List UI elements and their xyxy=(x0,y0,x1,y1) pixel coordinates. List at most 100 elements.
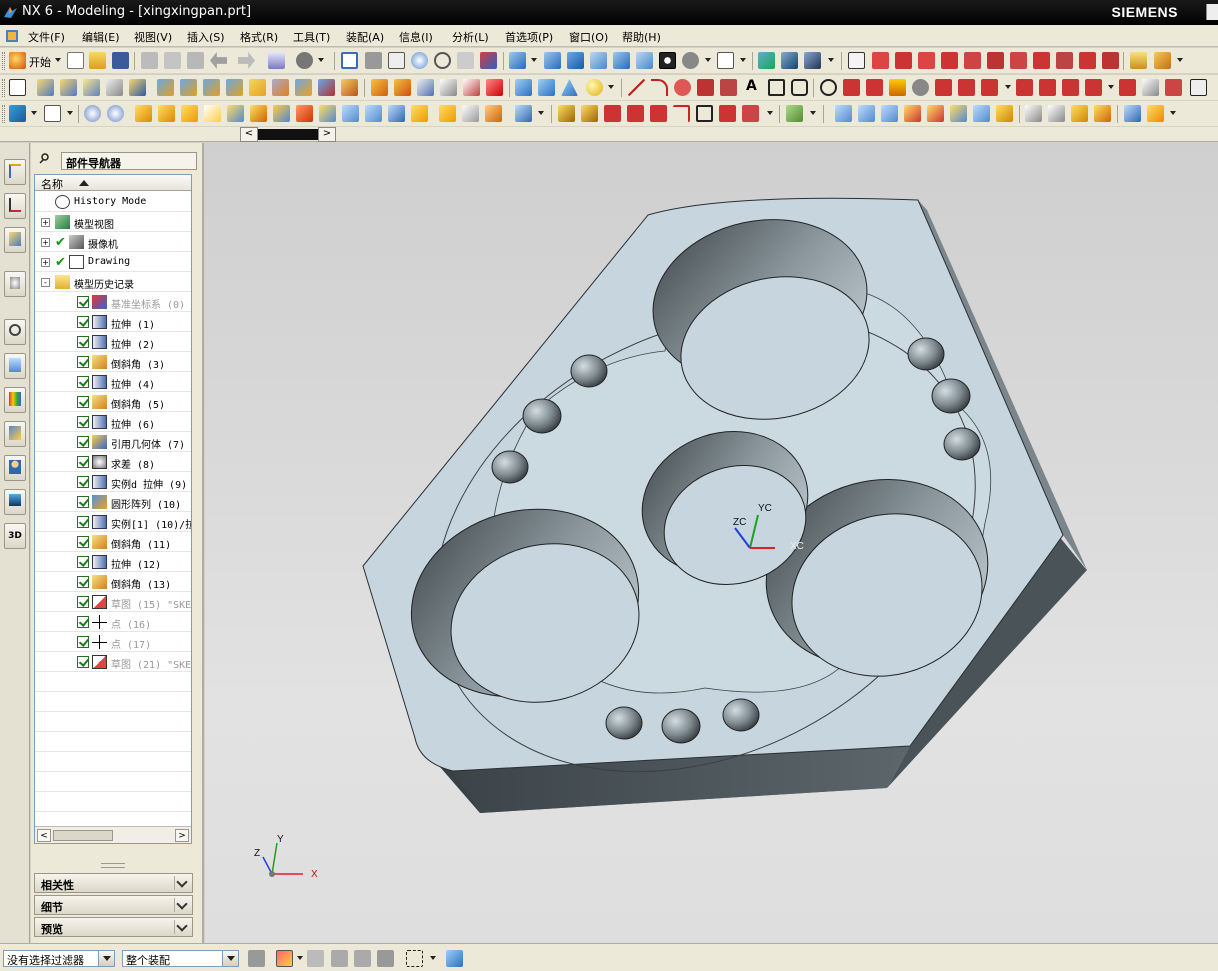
tree-node[interactable]: - 模型历史记录 xyxy=(35,272,191,292)
graphics-window[interactable]: YC ZC XC Y Z X xyxy=(205,143,1218,943)
twist-icon[interactable] xyxy=(927,105,944,122)
tree-node[interactable]: 拉伸 (2) xyxy=(35,332,191,352)
wcs-icon[interactable] xyxy=(9,105,26,122)
curve-length-icon[interactable] xyxy=(1062,79,1079,96)
tree-node[interactable]: 草图 (21) "SKE xyxy=(35,652,191,672)
zoom-window-icon[interactable] xyxy=(365,52,382,69)
slot-icon[interactable] xyxy=(226,79,243,96)
arc-icon[interactable] xyxy=(651,79,668,96)
tree-node[interactable]: + 模型视图 xyxy=(35,212,191,232)
chevron-down-icon[interactable] xyxy=(174,876,188,890)
global-shaping-icon[interactable] xyxy=(485,105,502,122)
column-header-name[interactable]: 名称 xyxy=(35,175,191,191)
tree-node[interactable]: 求差 (8) xyxy=(35,452,191,472)
shell-icon[interactable] xyxy=(463,79,480,96)
snap-existing-point-icon[interactable] xyxy=(1010,52,1027,69)
offset-face-icon[interactable] xyxy=(417,79,434,96)
profile-icon[interactable] xyxy=(696,105,713,122)
chevron-down-icon[interactable] xyxy=(98,951,114,966)
tree-node[interactable]: 拉伸 (12) xyxy=(35,552,191,572)
snap-on-curve-icon[interactable] xyxy=(1033,52,1050,69)
polygon-icon[interactable] xyxy=(791,79,808,96)
text-tool-icon[interactable]: A xyxy=(746,78,757,94)
sew-icon[interactable] xyxy=(388,105,405,122)
redo-icon[interactable] xyxy=(238,52,255,69)
selection-scope-dropdown[interactable]: 整个装配 xyxy=(122,950,239,967)
open-folder-icon[interactable] xyxy=(89,52,106,69)
groove-icon[interactable] xyxy=(249,79,266,96)
filter-settings-icon[interactable] xyxy=(248,950,265,967)
chevron-down-icon[interactable] xyxy=(174,898,188,912)
dependencies-panel[interactable]: 相关性 xyxy=(34,873,193,893)
pocket-icon[interactable] xyxy=(180,79,197,96)
datum-dropdown-icon[interactable] xyxy=(67,111,73,115)
select-mode-dropdown-icon[interactable] xyxy=(430,956,436,960)
tree-node[interactable]: 圆形阵列 (10) xyxy=(35,492,191,512)
background-icon[interactable] xyxy=(717,52,734,69)
pad-icon[interactable] xyxy=(203,79,220,96)
menu-format[interactable]: 格式(R) xyxy=(240,29,278,45)
feature-checkbox[interactable] xyxy=(77,356,89,368)
edit-surface-icon[interactable] xyxy=(1124,105,1141,122)
trim-body-icon[interactable] xyxy=(341,79,358,96)
extension-icon[interactable] xyxy=(296,105,313,122)
menu-preferences[interactable]: 首选项(P) xyxy=(505,29,553,45)
chamfer-icon[interactable] xyxy=(394,79,411,96)
enlarge-icon[interactable] xyxy=(881,105,898,122)
selection-filter-icon[interactable] xyxy=(848,52,865,69)
trimetric-view-icon[interactable] xyxy=(636,52,653,69)
datum-icon[interactable] xyxy=(1165,79,1182,96)
expand-icon[interactable]: + xyxy=(41,258,50,267)
menu-edit[interactable]: 编辑(E) xyxy=(82,29,120,45)
through-curve-mesh-icon[interactable] xyxy=(181,105,198,122)
smooth-spline-icon[interactable] xyxy=(1119,79,1136,96)
offset-curve-icon[interactable] xyxy=(843,79,860,96)
bridge-curve-icon[interactable] xyxy=(866,79,883,96)
preview-panel[interactable]: 预览 xyxy=(34,917,193,937)
feature-checkbox[interactable] xyxy=(77,436,89,448)
tree-node[interactable]: 点 (17) xyxy=(35,632,191,652)
scrollbar-thumb[interactable] xyxy=(53,830,113,841)
through-curves-icon[interactable] xyxy=(158,105,175,122)
thicken-icon[interactable] xyxy=(365,105,382,122)
scroll-thumb[interactable] xyxy=(258,129,320,140)
bend-icon[interactable] xyxy=(904,105,921,122)
chevron-down-icon[interactable] xyxy=(222,951,238,966)
view-cube-icon[interactable] xyxy=(446,950,463,967)
deviation-icon[interactable] xyxy=(1048,105,1065,122)
surface-curve-icon-b[interactable] xyxy=(627,105,644,122)
menu-information[interactable]: 信息(I) xyxy=(399,29,433,45)
menu-assemblies[interactable]: 装配(A) xyxy=(346,29,384,45)
bounded-plane-icon[interactable] xyxy=(250,105,267,122)
spline-icon[interactable] xyxy=(697,79,714,96)
tree-node[interactable]: 点 (16) xyxy=(35,612,191,632)
background-dropdown-icon[interactable] xyxy=(740,58,746,62)
top-view-icon[interactable] xyxy=(544,52,561,69)
binoculars-icon[interactable] xyxy=(296,52,313,69)
feature-checkbox[interactable] xyxy=(77,316,89,328)
snap-on-surface-icon[interactable] xyxy=(1056,52,1073,69)
menu-file[interactable]: 文件(F) xyxy=(28,29,65,45)
reflection-icon[interactable] xyxy=(1094,105,1111,122)
render-dropdown-icon[interactable] xyxy=(705,58,711,62)
sweep-icon[interactable] xyxy=(83,79,100,96)
move-to-layer-icon[interactable] xyxy=(781,52,798,69)
layer-dropdown-icon[interactable] xyxy=(828,58,834,62)
law-extension-icon[interactable] xyxy=(319,105,336,122)
trimmed-sheet-icon[interactable] xyxy=(411,105,428,122)
feature-checkbox[interactable] xyxy=(77,456,89,468)
tree-node[interactable]: 倒斜角 (13) xyxy=(35,572,191,592)
tree-node[interactable]: 倒斜角 (3) xyxy=(35,352,191,372)
assembly-navigator-tab[interactable] xyxy=(4,159,26,185)
n-sided-icon[interactable] xyxy=(273,105,290,122)
i-form-icon[interactable] xyxy=(858,105,875,122)
datum-plane-icon[interactable] xyxy=(1190,79,1207,96)
surface-curve-icon-c[interactable] xyxy=(650,105,667,122)
zoom-icon[interactable] xyxy=(388,52,405,69)
shaded-icon[interactable] xyxy=(659,52,676,69)
circle-icon[interactable] xyxy=(674,79,691,96)
feature-checkbox[interactable] xyxy=(77,616,89,628)
minimize-button[interactable] xyxy=(1206,4,1218,20)
constraint-navigator-tab[interactable] xyxy=(4,193,26,219)
point-set-icon[interactable] xyxy=(1142,79,1159,96)
